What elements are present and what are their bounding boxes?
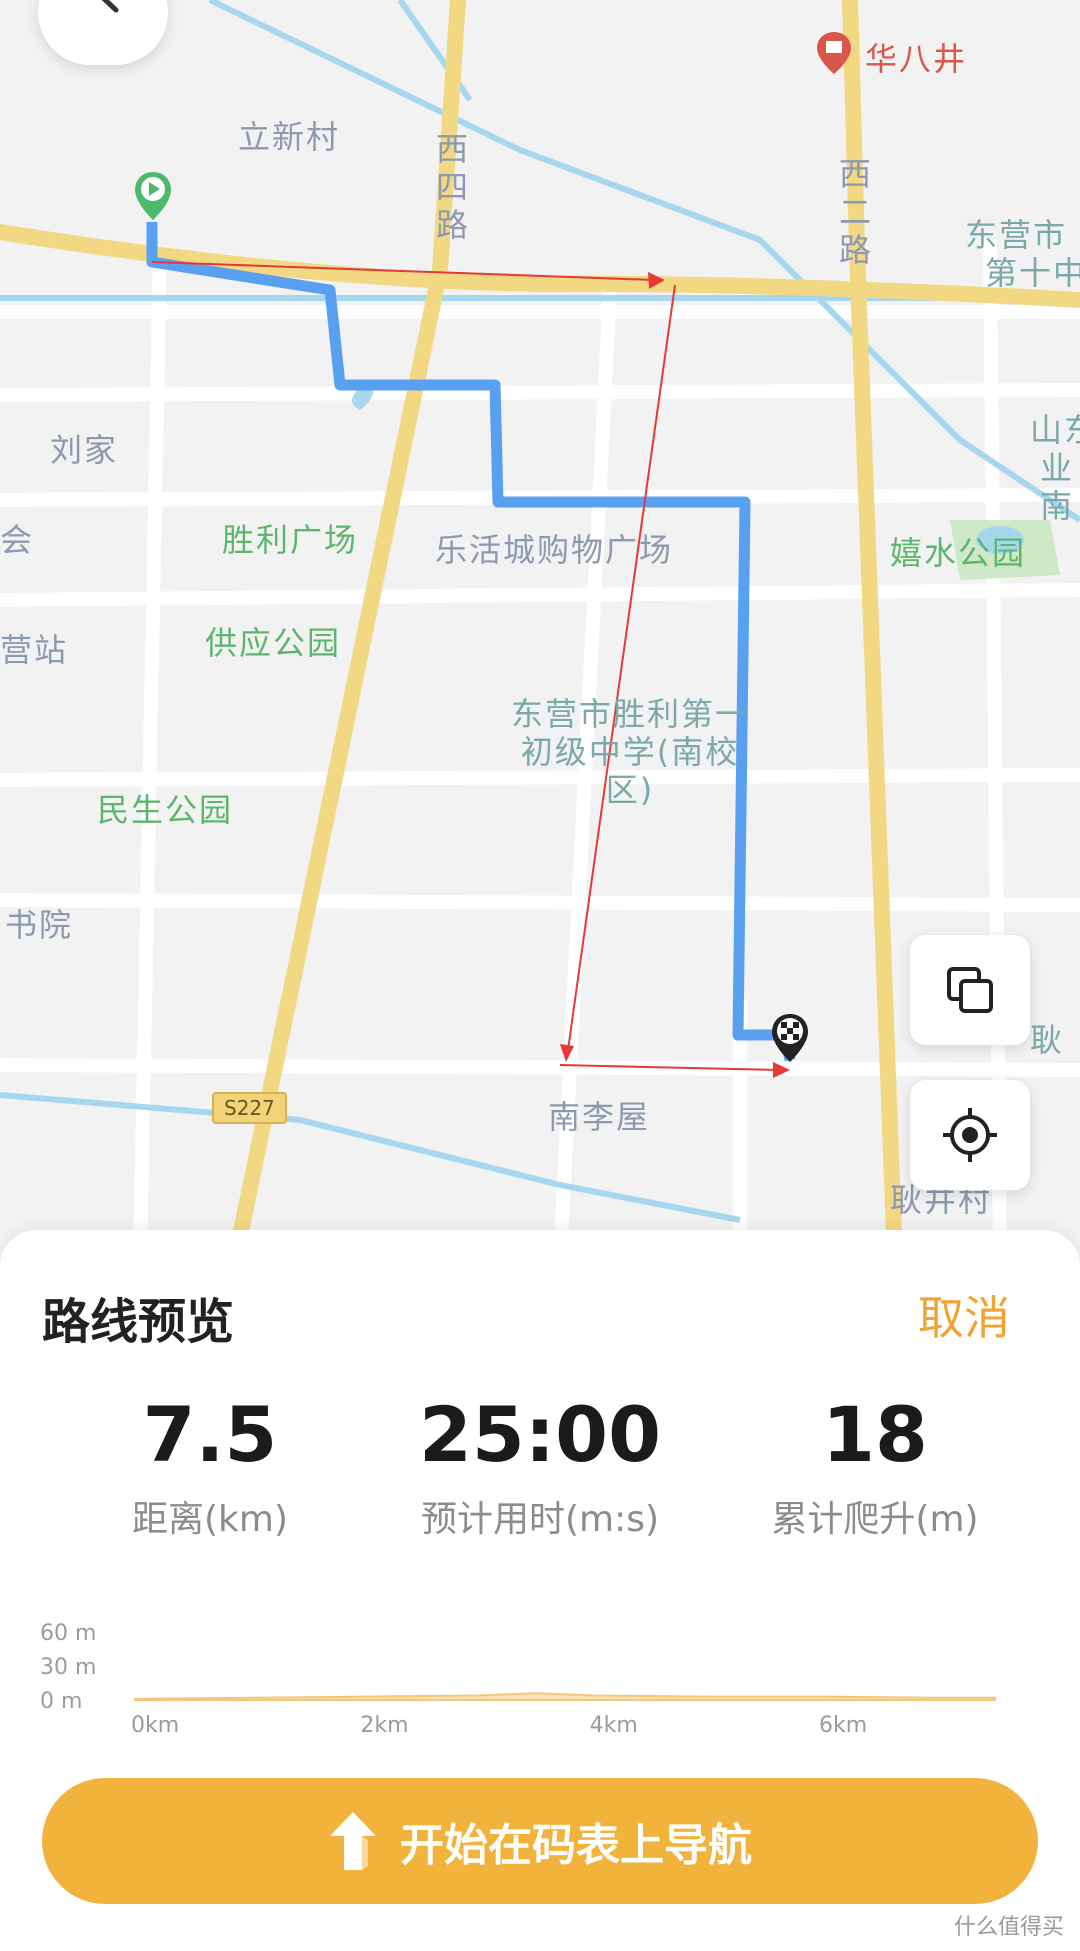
y-tick-label: 60 m: [40, 1621, 96, 1646]
y-tick-label: 0 m: [40, 1689, 82, 1714]
time-stat: 25:00 预计用时(m:s): [400, 1390, 680, 1542]
start-marker-icon: [133, 170, 173, 230]
x-tick-label: 0km: [131, 1713, 179, 1738]
x-tick-label: 2km: [360, 1713, 408, 1738]
finish-marker-icon: [770, 1012, 810, 1072]
layers-icon: [947, 967, 993, 1013]
distance-caption: 距离(km): [131, 1499, 288, 1540]
time-value: 25:00: [419, 1390, 661, 1479]
start-navigation-label: 开始在码表上导航: [400, 1820, 752, 1871]
map-label-nan: 南: [1040, 487, 1075, 525]
map-label-lixincun: 立新村: [238, 118, 341, 156]
map-label-liujia: 刘家: [50, 431, 119, 469]
x-tick-label: 6km: [819, 1713, 867, 1738]
cancel-button[interactable]: 取消: [918, 1282, 1010, 1348]
start-navigation-button[interactable]: 开始在码表上导航: [42, 1778, 1038, 1904]
map-label-yaosheng: 耿: [1030, 1021, 1065, 1059]
locate-me-button[interactable]: [910, 1080, 1030, 1190]
map-label-nanliwu: 南李屋: [548, 1098, 651, 1136]
back-button[interactable]: [38, 0, 168, 65]
route-preview-panel: 路线预览 取消 7.5 距离(km) 25:00 预计用时(m:s) 18 累计…: [0, 1230, 1080, 1951]
road-shield: S227: [212, 1092, 287, 1124]
map-label-huabajing: 华八井: [865, 40, 968, 78]
map-label-gongying-park: 供应公园: [205, 624, 342, 662]
watermark: 什么值得买: [953, 1915, 1064, 1940]
elevation-area: [134, 1692, 996, 1701]
panel-title: 路线预览: [42, 1294, 235, 1350]
map-label-shuyuan: 书院: [5, 906, 74, 944]
map-label-xisilu: 西四路: [435, 130, 468, 244]
climb-stat: 18 累计爬升(m): [755, 1390, 995, 1542]
map-label-hui: 会: [0, 521, 35, 559]
elevation-chart: 60 m 30 m 0 m 0km 2km 4km 6km: [40, 1621, 996, 1738]
map-label-xierlu: 西二路: [838, 155, 871, 269]
nav-arrow-icon: [330, 1812, 376, 1870]
x-tick-label: 4km: [590, 1713, 638, 1738]
map-view[interactable]: 立新村 西四路 华八井 西二路 东营市 第十中 刘家 会 胜利广场 乐活城购物广…: [0, 0, 1080, 1260]
distance-value: 7.5: [142, 1390, 278, 1479]
time-caption: 预计用时(m:s): [420, 1499, 660, 1540]
map-label-yingzhan: 营站: [0, 631, 69, 669]
back-arrow-icon: [101, 0, 119, 13]
locate-icon: [943, 1108, 997, 1162]
climb-value: 18: [822, 1390, 928, 1479]
map-label-shengli-square: 胜利广场: [222, 521, 359, 559]
map-label-minsheng-park: 民生公园: [97, 791, 234, 829]
map-label-lehuo: 乐活城购物广场: [435, 531, 674, 569]
map-label-dishi: 第十中: [985, 254, 1080, 292]
map-label-school: 东营市胜利第一初级中学(南校区): [510, 695, 749, 809]
poi-marker-icon: [815, 30, 853, 80]
climb-caption: 累计爬升(m): [771, 1499, 979, 1540]
distance-stat: 7.5 距离(km): [95, 1390, 325, 1542]
y-tick-label: 30 m: [40, 1655, 96, 1680]
map-label-xishui-park: 嬉水公园: [890, 534, 1027, 572]
map-layers-button[interactable]: [910, 935, 1030, 1045]
